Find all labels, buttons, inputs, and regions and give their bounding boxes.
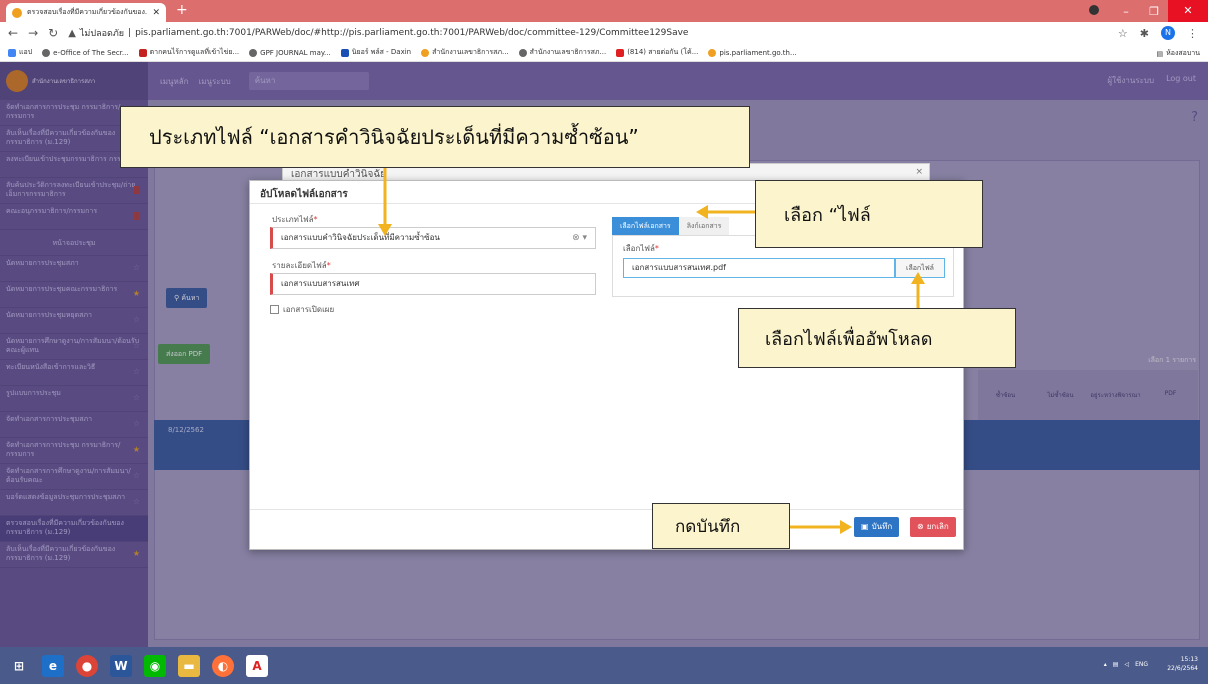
acrobat-icon[interactable]: A [246,654,268,677]
modal-title: อัปโหลดไฟล์เอกสาร [260,189,348,200]
profile-indicator-icon[interactable] [1084,4,1112,18]
network-icon: ▤ [1112,661,1119,668]
extensions-icon[interactable]: ✱ [1140,27,1149,40]
minimize-icon[interactable]: – [1112,5,1140,18]
folder-icon[interactable]: ▬ [178,654,200,677]
window-controls: – ❐ ✕ [1084,0,1208,22]
star-icon[interactable]: ☆ [1118,27,1128,40]
chevron-down-icon[interactable]: ⊗ ▾ [572,228,587,248]
taskbar: ⊞ e ● W ◉ ▬ ◐ A ▴ ▤ ◁ ENG 15:13 22/6/2564 [0,647,1208,684]
bookmark[interactable]: pis.parliament.go.th... [708,48,797,57]
language-indicator: ENG [1135,661,1148,668]
bookmark[interactable]: ตากคนไร้การดูแลที่เข้าไข่ย... [138,47,239,58]
ie-icon[interactable]: e [42,654,64,677]
callout-file-type: ประเภทไฟล์ “เอกสารคำวินิจฉัยประเด็นที่มี… [120,106,750,168]
file-type-label: ประเภทไฟล์* [272,215,318,224]
tab-link[interactable]: ลิงก์เอกสาร [678,217,730,235]
bookmark[interactable]: นิยอร์ พล์ส - Daxin [340,47,411,58]
bookmark[interactable]: e-Office of The Secr... [42,48,129,57]
close-tab-icon[interactable]: ✕ [152,8,160,18]
file-type-select[interactable]: เอกสารแบบคำวินิจฉัยประเด็นที่มีความซ้ำซ้… [270,227,596,249]
word-icon[interactable]: W [110,654,132,677]
close-icon[interactable]: × [915,167,923,177]
url-text: pis.parliament.go.th:7001/PARWeb/doc/#ht… [135,28,689,38]
reading-list-icon: ▤ [1156,49,1164,58]
callout-choose-file: เลือกไฟล์เพื่ออัพโหลด [738,308,1016,368]
chrome-icon[interactable]: ● [76,654,98,677]
back-icon[interactable]: ← [8,26,18,40]
close-window-icon[interactable]: ✕ [1168,0,1208,22]
line-icon[interactable]: ◉ [144,654,166,677]
select-file-label: เลือกไฟล์* [623,244,659,253]
file-detail-label: รายละเอียดไฟล์* [272,261,331,270]
firefox-icon[interactable]: ◐ [212,654,234,677]
menu-icon[interactable]: ⋮ [1187,27,1198,40]
selected-file-field[interactable]: เอกสารแบบสารสนเทศ.pdf [623,258,895,278]
bookmark[interactable]: (814) สายต่อกัน (โค้... [616,47,698,58]
browser-tab[interactable]: ตรวจสอบเรื่องที่มีความเกี่ยวข้องกันของ..… [6,3,166,22]
maximize-icon[interactable]: ❐ [1140,5,1168,18]
bookmark[interactable]: สำนักงานเลขาธิการสภ... [421,47,509,58]
profile-avatar[interactable]: N [1161,26,1175,40]
tab-select-file[interactable]: เลือกไฟล์เอกสาร [612,217,679,235]
publish-checkbox[interactable]: เอกสารเปิดเผย [270,303,334,316]
callout-press-save: กดบันทึก [652,503,790,549]
bookmarks-bar: แอป e-Office of The Secr... ตากคนไร้การด… [0,44,1208,62]
url-field[interactable]: ▲ ไม่ปลอดภัย | pis.parliament.go.th:7001… [68,26,688,40]
file-source-tabs: เลือกไฟล์เอกสาร ลิงก์เอกสาร [612,217,730,235]
volume-icon: ◁ [1124,661,1130,668]
callout-choose-tab: เลือก “ไฟล์ [755,180,983,248]
cancel-icon: ⊗ [917,522,924,531]
save-button[interactable]: ▣ บันทึก [854,517,900,537]
bookmark[interactable]: สำนักงานเลขาธิการสภ... [518,47,606,58]
new-tab-icon[interactable]: + [176,3,188,17]
checkbox-icon[interactable] [270,305,279,314]
file-detail-input[interactable]: เอกสารแบบสารสนเทศ [270,273,596,295]
reload-icon[interactable]: ↻ [48,26,58,40]
forward-icon[interactable]: → [28,26,38,40]
warning-icon: ▲ [68,27,76,39]
bookmark-apps[interactable]: แอป [8,47,32,58]
browser-tab-bar: ตรวจสอบเรื่องที่มีความเกี่ยวข้องกันของ..… [0,0,1208,22]
clock[interactable]: 15:13 22/6/2564 [1167,655,1198,673]
cancel-button[interactable]: ⊗ ยกเลิก [910,517,956,537]
address-bar: ← → ↻ ▲ ไม่ปลอดภัย | pis.parliament.go.t… [0,22,1208,44]
reading-list[interactable]: ▤ ห้องสอบาน [1157,48,1201,59]
browse-file-button[interactable]: เลือกไฟล์ [895,258,945,278]
save-icon: ▣ [861,522,869,531]
tray-icon: ▴ [1103,661,1107,668]
favicon-icon [12,7,22,18]
bookmark[interactable]: GPF JOURNAL may... [249,48,331,57]
system-tray[interactable]: ▴ ▤ ◁ ENG [1104,661,1148,668]
windows-start-icon[interactable]: ⊞ [8,655,30,677]
tab-title: ตรวจสอบเรื่องที่มีความเกี่ยวข้องกันของ..… [27,8,148,16]
url-warning: ไม่ปลอดภัย [79,29,125,39]
